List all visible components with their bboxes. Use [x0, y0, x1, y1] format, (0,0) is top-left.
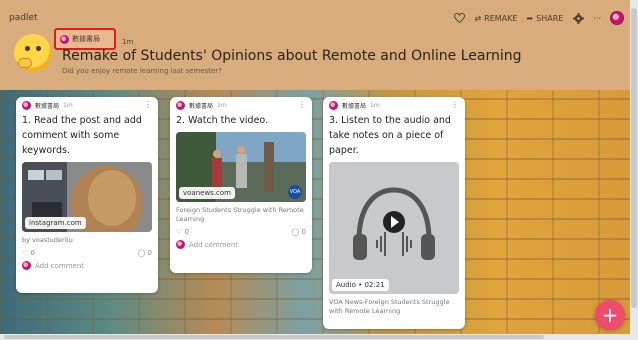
post-title: 3. Listen to the audio and take notes on… [329, 115, 451, 156]
board-timestamp: 1m [122, 38, 134, 46]
post-video-thumbnail[interactable]: voanews.com VOA [176, 132, 306, 202]
add-comment-button[interactable]: Add comment [16, 257, 158, 270]
board-author-chip[interactable]: 數據書局 [54, 28, 116, 50]
board-author-name: 數據書局 [72, 35, 100, 43]
post-caption: by voastudentu [22, 236, 73, 244]
commenter-avatar [22, 261, 31, 270]
user-avatar[interactable] [610, 11, 624, 25]
post-title: 2. Watch the video. [176, 115, 269, 126]
board-subtitle: Did you enjoy remote learning last semes… [62, 67, 222, 75]
commenter-avatar [176, 240, 185, 249]
post-title: 1. Read the post and add comment with so… [22, 115, 142, 156]
add-post-button[interactable]: + [595, 300, 625, 330]
post-menu-icon[interactable]: ⋮ [144, 100, 152, 109]
post-reactions: ♡ 0 ◯ 0 [170, 224, 312, 236]
post-card-1[interactable]: 數據書局 1m ⋮ 1. Read the post and add comme… [16, 97, 158, 293]
post-caption: VOA News-Foreign Students Struggle with … [329, 298, 450, 315]
post-time: 1m [217, 101, 227, 109]
padlet-logo[interactable]: padlet [9, 13, 38, 23]
post-author: 數據書局 [189, 102, 214, 110]
gear-icon[interactable] [572, 12, 584, 24]
post-caption: Foreign Students Struggle with Remote Le… [176, 206, 304, 223]
comment-count[interactable]: ◯ 0 [137, 249, 152, 257]
board-header: padlet ⇄ REMAKE ➦ SHARE ··· 數據書局 1m Rema… [0, 0, 638, 90]
post-menu-icon[interactable]: ⋮ [451, 100, 459, 109]
post-author: 數據書局 [35, 102, 60, 110]
post-source-badge: voanews.com [179, 187, 236, 199]
share-button[interactable]: ➦ SHARE [526, 14, 563, 23]
thinking-face-icon [14, 34, 52, 72]
post-header: 數據書局 1m ⋮ [323, 97, 465, 113]
author-avatar [22, 100, 31, 110]
like-button[interactable]: ♡ 0 [176, 228, 189, 236]
heart-icon[interactable] [453, 12, 465, 24]
post-author: 數據書局 [342, 102, 367, 110]
post-card-2[interactable]: 數據書局 1m ⋮ 2. Watch the video. voanews.co… [170, 97, 312, 273]
more-menu-button[interactable]: ··· [593, 14, 601, 23]
author-avatar [60, 34, 69, 44]
like-button[interactable]: ♡ 0 [22, 249, 35, 257]
post-reactions: ♡ 0 ◯ 0 [16, 245, 158, 257]
post-audio-player[interactable]: Audio • 02:21 [329, 162, 459, 294]
post-card-3[interactable]: 數據書局 1m ⋮ 3. Listen to the audio and tak… [323, 97, 465, 329]
toolbar: ⇄ REMAKE ➦ SHARE ··· [453, 11, 624, 25]
vertical-scrollbar[interactable] [630, 0, 638, 340]
share-icon: ➦ [526, 13, 534, 23]
post-source-badge: instagram.com [25, 217, 86, 229]
post-header: 數據書局 1m ⋮ [16, 97, 158, 113]
post-image-instagram[interactable]: instagram.com [22, 162, 152, 232]
add-comment-button[interactable]: Add comment [170, 236, 312, 249]
post-menu-icon[interactable]: ⋮ [298, 100, 306, 109]
author-avatar [329, 100, 338, 110]
board-title: Remake of Students' Opinions about Remot… [62, 48, 522, 64]
audio-duration-badge: Audio • 02:21 [332, 279, 389, 291]
remake-icon: ⇄ [474, 13, 482, 23]
comment-count[interactable]: ◯ 0 [291, 228, 306, 236]
post-time: 1m [63, 101, 73, 109]
post-time: 1m [370, 101, 380, 109]
author-avatar [176, 100, 185, 110]
remake-button[interactable]: ⇄ REMAKE [474, 14, 517, 23]
horizontal-scrollbar[interactable] [0, 334, 630, 340]
post-header: 數據書局 1m ⋮ [170, 97, 312, 113]
voa-logo-icon: VOA [288, 185, 302, 199]
